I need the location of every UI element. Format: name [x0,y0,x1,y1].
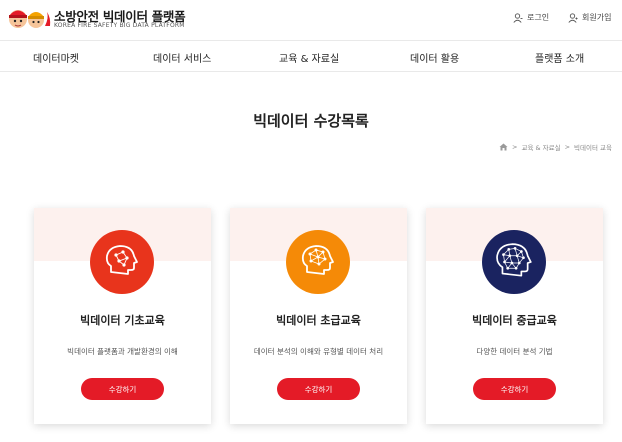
page-title: 빅데이터 수강목록 [253,112,369,130]
course-description: 다양한 데이터 분석 기법 [476,347,553,356]
breadcrumb: > 교육 & 자료실 > 빅데이터 교육 [499,142,612,152]
signup-link[interactable]: 회원가입 [568,12,611,23]
nav-item-platform-intro[interactable]: 플랫폼 소개 [535,50,584,65]
course-icon-circle [90,230,154,294]
enroll-button[interactable]: 수강하기 [473,378,556,400]
firefighter-mascot-logo [9,10,51,28]
course-description: 데이터 분석의 이해와 유형별 데이터 처리 [253,347,384,356]
login-link[interactable]: 로그인 [513,12,549,23]
nav-item-education[interactable]: 교육 & 자료실 [279,50,339,65]
course-description: 빅데이터 플랫폼과 개발환경의 이해 [67,347,178,356]
brand-logo[interactable] [6,4,52,34]
nav-item-data-usage[interactable]: 데이터 활용 [410,50,459,65]
brain-network-icon [496,243,532,277]
breadcrumb-item-bigdata-education[interactable]: 빅데이터 교육 [574,142,612,152]
course-icon-circle [286,230,350,294]
breadcrumb-separator: > [564,143,571,151]
course-title: 빅데이터 초급교육 [276,314,361,327]
brain-network-icon [301,245,334,275]
breadcrumb-item-education[interactable]: 교육 & 자료실 [521,142,560,152]
enroll-button[interactable]: 수강하기 [277,378,360,400]
login-label: 로그인 [527,13,550,22]
brain-network-icon [105,245,138,275]
enroll-button[interactable]: 수강하기 [81,378,164,400]
brand-subtitle: KOREA FIRE SAFETY BIG DATA PLATFORM [54,22,185,29]
course-card-intermediate: 빅데이터 중급교육 다양한 데이터 분석 기법 수강하기 [426,208,603,424]
user-icon [513,12,523,23]
header: 소방안전 빅데이터 플랫폼 KOREA FIRE SAFETY BIG DATA… [0,0,622,40]
main-nav: 데이터마켓 데이터 서비스 교육 & 자료실 데이터 활용 플랫폼 소개 [0,40,622,72]
course-card-basic: 빅데이터 기초교육 빅데이터 플랫폼과 개발환경의 이해 수강하기 [34,208,211,424]
course-title: 빅데이터 기초교육 [80,314,165,327]
nav-item-data-service[interactable]: 데이터 서비스 [153,50,211,65]
breadcrumb-separator: > [512,143,518,151]
course-icon-circle [482,230,546,294]
home-icon[interactable] [499,143,508,151]
user-add-icon [568,12,578,23]
course-title: 빅데이터 중급교육 [472,314,557,327]
signup-label: 회원가입 [582,13,612,22]
nav-item-data-market[interactable]: 데이터마켓 [33,50,79,65]
course-card-beginner: 빅데이터 초급교육 데이터 분석의 이해와 유형별 데이터 처리 수강하기 [230,208,407,424]
